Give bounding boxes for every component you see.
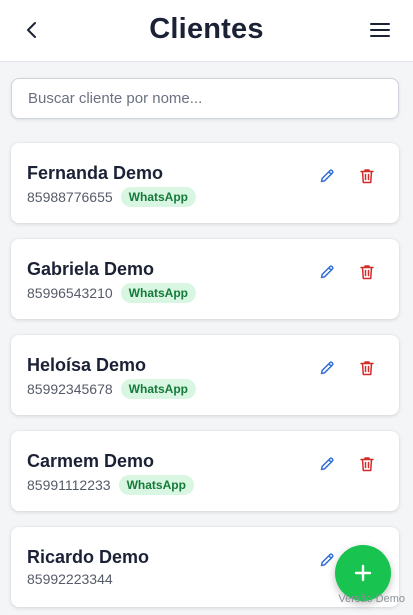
whatsapp-badge: WhatsApp xyxy=(118,475,194,495)
trash-icon xyxy=(360,265,374,280)
client-card[interactable]: Gabriela Demo 85996543210 WhatsApp xyxy=(11,239,399,319)
client-list: Fernanda Demo 85988776655 WhatsApp Gabri… xyxy=(11,143,399,615)
client-name: Ricardo Demo xyxy=(27,547,150,567)
client-info-row: 85992345678 WhatsApp xyxy=(27,379,196,399)
client-name: Heloísa Demo xyxy=(27,355,147,375)
client-phone: 85992345678 xyxy=(27,381,113,397)
trash-icon xyxy=(360,457,374,472)
client-name: Carmem Demo xyxy=(27,451,155,471)
pencil-icon xyxy=(320,265,334,279)
client-phone: 85996543210 xyxy=(27,285,113,301)
client-card[interactable]: Heloísa Demo 85992345678 WhatsApp xyxy=(11,335,399,415)
delete-client-button[interactable] xyxy=(356,453,378,475)
client-phone: 85991112233 xyxy=(27,477,111,493)
hamburger-menu-icon xyxy=(370,23,390,37)
plus-icon xyxy=(354,564,372,582)
app-header: Clientes xyxy=(0,0,413,62)
delete-client-button[interactable] xyxy=(356,165,378,187)
pencil-icon xyxy=(320,361,334,375)
demo-version-label: Versão Demo xyxy=(338,593,405,605)
client-phone: 85988776655 xyxy=(27,189,113,205)
trash-icon xyxy=(360,361,374,376)
whatsapp-badge: WhatsApp xyxy=(120,187,196,207)
client-phone: 85992223344 xyxy=(27,571,113,587)
client-info-row: 85996543210 WhatsApp xyxy=(27,283,196,303)
edit-client-button[interactable] xyxy=(316,357,338,379)
pencil-icon xyxy=(320,457,334,471)
delete-client-button[interactable] xyxy=(356,357,378,379)
search-input[interactable] xyxy=(12,79,398,118)
client-name: Fernanda Demo xyxy=(27,163,164,183)
client-card[interactable]: Fernanda Demo 85988776655 WhatsApp xyxy=(11,143,399,223)
pencil-icon xyxy=(320,553,334,567)
edit-client-button[interactable] xyxy=(316,261,338,283)
whatsapp-badge: WhatsApp xyxy=(120,283,196,303)
page-title: Clientes xyxy=(149,13,264,45)
search-box xyxy=(11,78,399,119)
client-info-row: 85991112233 WhatsApp xyxy=(27,475,194,495)
client-info-row: 85992223344 xyxy=(27,571,113,587)
clients-screen: Clientes Fernanda Demo 85988776655 Whats… xyxy=(0,0,413,615)
whatsapp-badge: WhatsApp xyxy=(120,379,196,399)
edit-client-button[interactable] xyxy=(316,165,338,187)
menu-button[interactable] xyxy=(367,17,393,43)
client-name: Gabriela Demo xyxy=(27,259,155,279)
pencil-icon xyxy=(320,169,334,183)
client-card[interactable]: Carmem Demo 85991112233 WhatsApp xyxy=(11,431,399,511)
delete-client-button[interactable] xyxy=(356,261,378,283)
edit-client-button[interactable] xyxy=(316,453,338,475)
trash-icon xyxy=(360,169,374,184)
client-info-row: 85988776655 WhatsApp xyxy=(27,187,196,207)
